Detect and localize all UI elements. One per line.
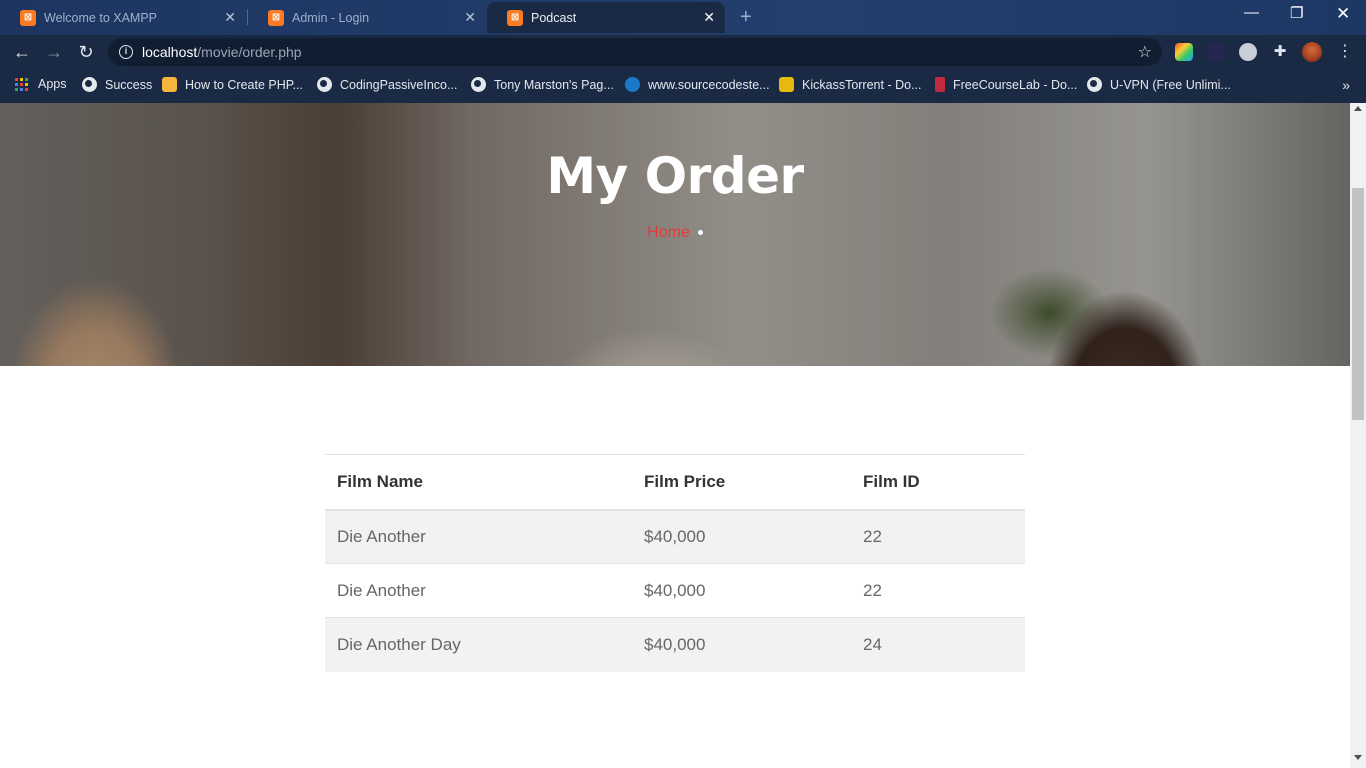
bookmark-label: www.sourcecodeste...	[648, 77, 770, 92]
tab-title: Welcome to XAMPP	[44, 10, 158, 25]
close-icon[interactable]: ✕	[703, 9, 715, 26]
bookmark-label: Tony Marston's Pag...	[494, 77, 614, 92]
bookmark-kickass[interactable]: KickassTorrent - Do...	[779, 77, 921, 92]
minimize-icon[interactable]: —	[1244, 4, 1259, 21]
bookmark-label: Apps	[38, 77, 67, 91]
new-tab-icon[interactable]: +	[740, 6, 752, 29]
reload-icon[interactable]: ↻	[75, 41, 97, 63]
bookmark-uvpn[interactable]: U-VPN (Free Unlimi...	[1087, 77, 1231, 92]
cell-film-price: $40,000	[632, 617, 851, 672]
kat-icon	[779, 77, 794, 92]
cell-film-name: Die Another	[325, 563, 632, 618]
table-header-row: Film Name Film Price Film ID	[325, 454, 1025, 510]
bookmark-php[interactable]: How to Create PHP...	[162, 77, 303, 92]
bookmark-label: U-VPN (Free Unlimi...	[1110, 77, 1231, 92]
extension-colorpicker-icon[interactable]	[1175, 43, 1193, 61]
bookmark-icon	[162, 77, 177, 92]
page-title: My Order	[546, 147, 804, 205]
column-header-film-name: Film Name	[337, 471, 423, 491]
breadcrumb-home-link[interactable]: Home	[647, 224, 690, 241]
cell-film-id: 24	[851, 617, 1025, 672]
extensions-puzzle-icon[interactable]: ✚	[1271, 43, 1289, 61]
back-icon[interactable]: ←	[11, 41, 33, 63]
breadcrumb-separator	[697, 230, 703, 236]
cell-film-id: 22	[851, 563, 1025, 618]
tab-admin-login[interactable]: ⊠ Admin - Login ✕	[248, 2, 486, 33]
bookmark-sourcecode[interactable]: www.sourcecodeste...	[625, 77, 770, 92]
column-header-film-price: Film Price	[644, 471, 726, 491]
cell-film-price: $40,000	[632, 509, 851, 564]
window-close-icon[interactable]: ✕	[1336, 4, 1350, 24]
xampp-icon: ⊠	[20, 9, 36, 26]
avatar[interactable]	[1302, 42, 1322, 62]
bookmark-label: How to Create PHP...	[185, 77, 303, 92]
bookmark-apps[interactable]: Apps	[15, 77, 67, 91]
extension-icon[interactable]	[1207, 43, 1225, 61]
scroll-up-arrow-icon[interactable]	[1354, 106, 1362, 111]
bookmark-icon	[935, 77, 945, 92]
globe-icon	[317, 77, 332, 92]
table-row: Die Another Day $40,000 24	[325, 617, 1025, 672]
cell-film-id: 22	[851, 509, 1025, 564]
tab-xampp[interactable]: ⊠ Welcome to XAMPP ✕	[0, 2, 246, 33]
info-icon[interactable]: i	[119, 45, 133, 59]
url-host: localhost	[142, 44, 198, 60]
hero-banner: My Order Home	[0, 103, 1350, 366]
globe-icon	[82, 77, 97, 92]
globe-icon	[1087, 77, 1102, 92]
apps-grid-icon	[15, 77, 28, 91]
address-bar[interactable]: i localhost/movie/order.php ☆	[108, 38, 1162, 66]
bookmark-label: KickassTorrent - Do...	[802, 77, 922, 92]
restore-icon[interactable]: ❐	[1290, 4, 1303, 22]
url-path: /movie/order.php	[197, 44, 302, 60]
orders-table: Film Name Film Price Film ID Die Another…	[325, 454, 1025, 672]
tab-podcast[interactable]: ⊠ Podcast ✕	[487, 2, 725, 33]
xampp-icon: ⊠	[268, 9, 284, 26]
tab-title: Admin - Login	[292, 10, 370, 25]
bookmark-success[interactable]: Success	[82, 77, 152, 92]
cell-film-name: Die Another Day	[325, 617, 632, 672]
chevron-double-right-icon[interactable]: »	[1342, 77, 1350, 93]
tab-strip: ⊠ Welcome to XAMPP ✕ ⊠ Admin - Login ✕ ⊠…	[0, 0, 1366, 35]
bookmark-tony-marston[interactable]: Tony Marston's Pag...	[471, 77, 614, 92]
bookmarks-bar: Apps Success How to Create PHP... Coding…	[0, 69, 1366, 103]
breadcrumb: Home	[0, 224, 1350, 242]
bookmark-freecourselab[interactable]: FreeCourseLab - Do...	[935, 77, 1077, 92]
close-icon[interactable]: ✕	[464, 9, 476, 26]
xampp-icon: ⊠	[507, 9, 523, 26]
bookmark-star-icon[interactable]: ☆	[1138, 42, 1152, 62]
bookmark-label: CodingPassiveInco...	[340, 77, 458, 92]
table-row: Die Another $40,000 22	[325, 563, 1025, 618]
cell-film-price: $40,000	[632, 563, 851, 618]
bookmark-label: Success	[105, 77, 153, 92]
bookmark-label: FreeCourseLab - Do...	[953, 77, 1078, 92]
browser-toolbar: ← → ↻ i localhost/movie/order.php ☆ ✚ ⋮	[0, 35, 1366, 69]
extension-compass-icon[interactable]	[1239, 43, 1257, 61]
table-row: Die Another $40,000 22	[325, 509, 1025, 564]
drupal-icon	[625, 77, 640, 92]
bookmark-codingpassive[interactable]: CodingPassiveInco...	[317, 77, 457, 92]
scrollbar-thumb[interactable]	[1352, 188, 1364, 420]
forward-icon[interactable]: →	[43, 41, 65, 63]
close-icon[interactable]: ✕	[224, 9, 236, 26]
globe-icon	[471, 77, 486, 92]
column-header-film-id: Film ID	[863, 471, 920, 491]
cell-film-name: Die Another	[325, 509, 632, 564]
scroll-down-arrow-icon[interactable]	[1354, 755, 1362, 760]
tab-title: Podcast	[531, 10, 577, 25]
menu-kebab-icon[interactable]: ⋮	[1334, 41, 1356, 63]
url-text[interactable]: localhost/movie/order.php	[142, 44, 302, 60]
